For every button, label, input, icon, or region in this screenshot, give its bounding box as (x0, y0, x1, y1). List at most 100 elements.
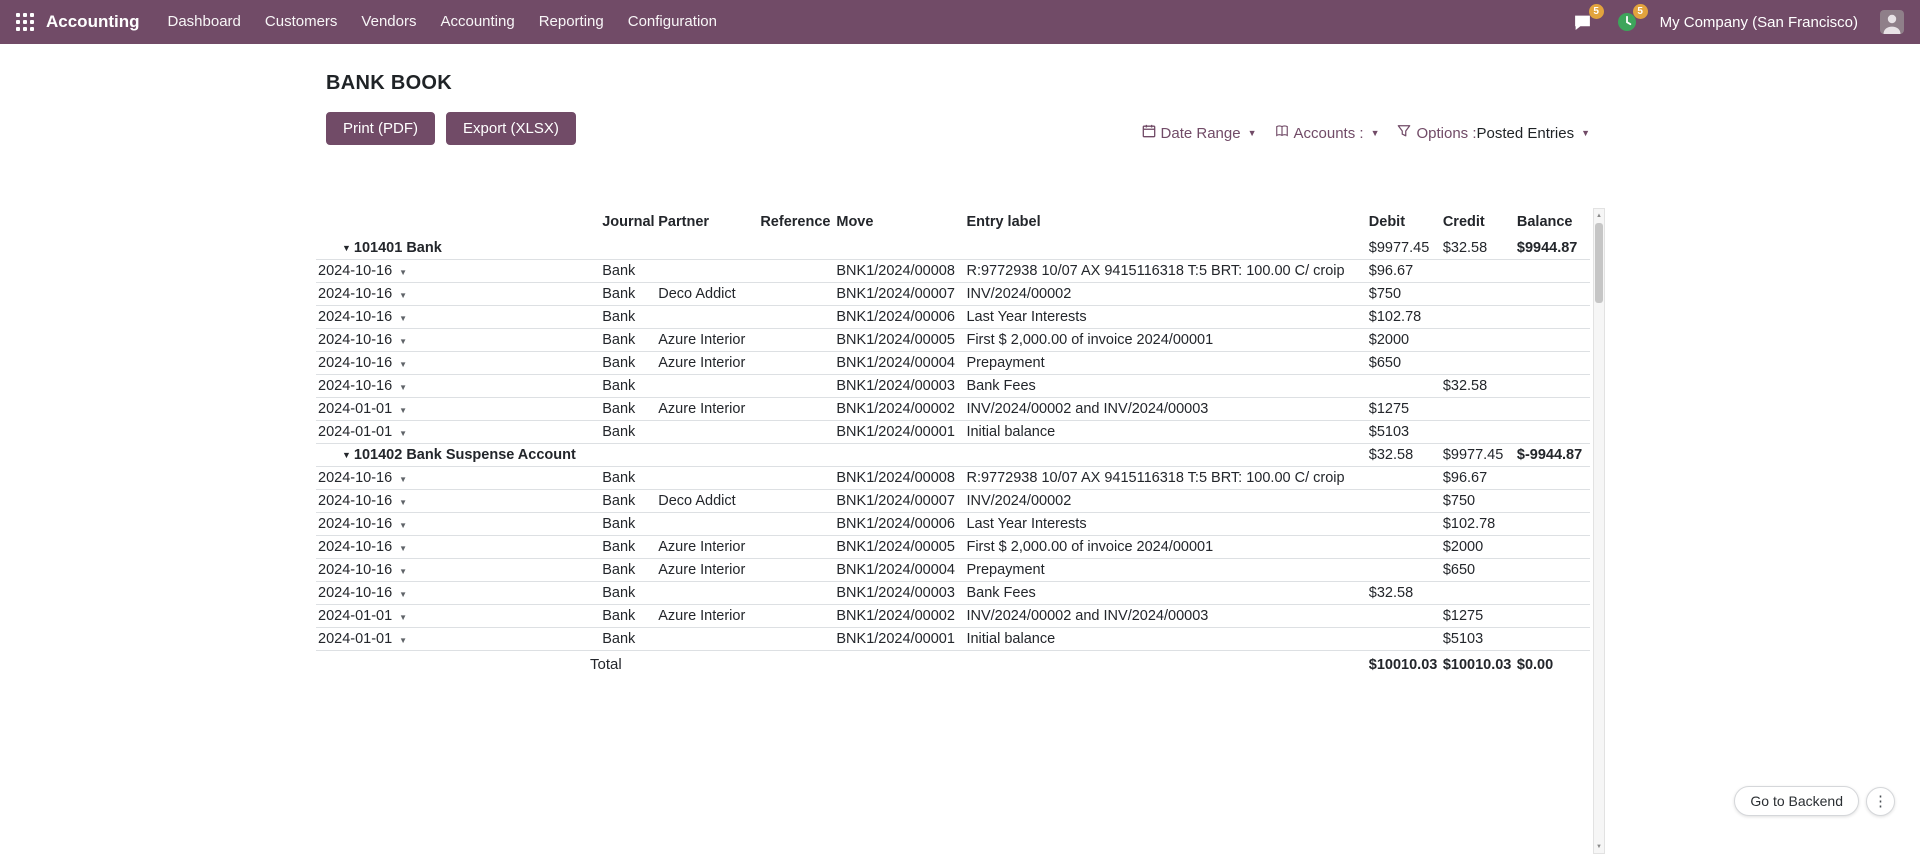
entry-date-cell[interactable]: 2024-01-01▼ (316, 605, 600, 628)
menu-item-dashboard[interactable]: Dashboard (156, 0, 253, 44)
entry-date-cell[interactable]: 2024-10-16▼ (316, 582, 600, 605)
options-filter[interactable]: Options :Posted Entries ▼ (1388, 117, 1599, 149)
date-dropdown-icon[interactable]: ▼ (399, 383, 407, 392)
date-dropdown-icon[interactable]: ▼ (399, 406, 407, 415)
entry-move: BNK1/2024/00002 (834, 605, 964, 628)
systray: 5 5 My Company (San Francisco) (1572, 10, 1904, 34)
entry-journal: Bank (600, 329, 656, 352)
menu-item-reporting[interactable]: Reporting (527, 0, 616, 44)
entry-debit: $1275 (1367, 398, 1441, 421)
entry-date-cell[interactable]: 2024-10-16▼ (316, 467, 600, 490)
entry-reference (758, 329, 834, 352)
entry-date-cell[interactable]: 2024-10-16▼ (316, 559, 600, 582)
account-group-name[interactable]: ▼101401 Bank (316, 237, 1367, 260)
date-dropdown-icon[interactable]: ▼ (399, 314, 407, 323)
entry-date-cell[interactable]: 2024-10-16▼ (316, 375, 600, 398)
export-xlsx-button[interactable]: Export (XLSX) (446, 112, 576, 145)
entry-date-cell[interactable]: 2024-10-16▼ (316, 513, 600, 536)
entry-date-cell[interactable]: 2024-10-16▼ (316, 260, 600, 283)
total-balance: $0.00 (1515, 651, 1590, 677)
date-dropdown-icon[interactable]: ▼ (399, 268, 407, 277)
entry-credit (1441, 306, 1515, 329)
entry-partner (656, 628, 758, 651)
entry-journal: Bank (600, 582, 656, 605)
date-dropdown-icon[interactable]: ▼ (399, 567, 407, 576)
entry-reference (758, 260, 834, 283)
date-dropdown-icon[interactable]: ▼ (399, 544, 407, 553)
print-pdf-button[interactable]: Print (PDF) (326, 112, 435, 145)
entry-move: BNK1/2024/00003 (834, 582, 964, 605)
entry-reference (758, 283, 834, 306)
date-dropdown-icon[interactable]: ▼ (399, 337, 407, 346)
menu-item-vendors[interactable]: Vendors (349, 0, 428, 44)
entry-date-cell[interactable]: 2024-01-01▼ (316, 398, 600, 421)
company-switcher[interactable]: My Company (San Francisco) (1660, 14, 1858, 31)
accounts-filter[interactable]: Accounts : ▼ (1266, 117, 1389, 149)
kebab-menu-button[interactable]: ⋮ (1866, 787, 1895, 816)
menu-item-customers[interactable]: Customers (253, 0, 350, 44)
apps-grid-icon[interactable] (10, 7, 40, 37)
entry-date-cell[interactable]: 2024-10-16▼ (316, 329, 600, 352)
entry-credit: $32.58 (1441, 375, 1515, 398)
entry-label: Bank Fees (964, 582, 1366, 605)
entry-debit (1367, 628, 1441, 651)
entry-label: INV/2024/00002 and INV/2024/00003 (964, 605, 1366, 628)
menu-item-configuration[interactable]: Configuration (616, 0, 729, 44)
group-balance: $-9944.87 (1515, 444, 1590, 467)
entry-debit (1367, 513, 1441, 536)
total-credit: $10010.03 (1441, 651, 1515, 677)
group-balance: $9944.87 (1515, 237, 1590, 260)
column-header-reference: Reference (758, 206, 834, 237)
entry-move: BNK1/2024/00006 (834, 513, 964, 536)
entry-date-cell[interactable]: 2024-10-16▼ (316, 536, 600, 559)
date-dropdown-icon[interactable]: ▼ (399, 291, 407, 300)
date-dropdown-icon[interactable]: ▼ (399, 360, 407, 369)
entry-journal: Bank (600, 375, 656, 398)
date-range-filter[interactable]: Date Range ▼ (1133, 117, 1266, 149)
top-navbar: Accounting DashboardCustomersVendorsAcco… (0, 0, 1920, 44)
entry-date-cell[interactable]: 2024-01-01▼ (316, 628, 600, 651)
entry-row: 2024-01-01▼BankBNK1/2024/00001Initial ba… (316, 628, 1590, 651)
entry-debit (1367, 559, 1441, 582)
app-name[interactable]: Accounting (46, 12, 140, 32)
total-label: Total (316, 651, 1367, 677)
entry-label: Prepayment (964, 352, 1366, 375)
entry-reference (758, 352, 834, 375)
vertical-scrollbar[interactable]: ▲ ▼ (1593, 208, 1605, 854)
date-dropdown-icon[interactable]: ▼ (399, 429, 407, 438)
date-dropdown-icon[interactable]: ▼ (399, 475, 407, 484)
entry-date-cell[interactable]: 2024-10-16▼ (316, 306, 600, 329)
date-dropdown-icon[interactable]: ▼ (399, 521, 407, 530)
entry-balance (1515, 536, 1590, 559)
date-dropdown-icon[interactable]: ▼ (399, 498, 407, 507)
entry-label: Prepayment (964, 559, 1366, 582)
entry-move: BNK1/2024/00002 (834, 398, 964, 421)
entry-date-cell[interactable]: 2024-10-16▼ (316, 490, 600, 513)
scroll-down-arrow[interactable]: ▼ (1594, 840, 1604, 853)
bank-book-table: JournalPartnerReferenceMoveEntry labelDe… (316, 206, 1590, 676)
entry-date-cell[interactable]: 2024-01-01▼ (316, 421, 600, 444)
date-dropdown-icon[interactable]: ▼ (399, 590, 407, 599)
entry-partner (656, 582, 758, 605)
entry-row: 2024-10-16▼BankAzure InteriorBNK1/2024/0… (316, 352, 1590, 375)
entry-row: 2024-10-16▼BankBNK1/2024/00003Bank Fees$… (316, 582, 1590, 605)
activities-icon[interactable]: 5 (1616, 11, 1638, 33)
entry-credit (1441, 352, 1515, 375)
entry-date-cell[interactable]: 2024-10-16▼ (316, 283, 600, 306)
entry-balance (1515, 605, 1590, 628)
scrollbar-thumb[interactable] (1595, 223, 1603, 303)
menu-item-accounting[interactable]: Accounting (428, 0, 526, 44)
entry-date-cell[interactable]: 2024-10-16▼ (316, 352, 600, 375)
account-group-name[interactable]: ▼101402 Bank Suspense Account (316, 444, 1367, 467)
user-avatar[interactable] (1880, 10, 1904, 34)
column-header-entry-label: Entry label (964, 206, 1366, 237)
date-dropdown-icon[interactable]: ▼ (399, 613, 407, 622)
entry-row: 2024-10-16▼BankBNK1/2024/00008R:9772938 … (316, 260, 1590, 283)
group-debit: $9977.45 (1367, 237, 1441, 260)
date-dropdown-icon[interactable]: ▼ (399, 636, 407, 645)
scroll-up-arrow[interactable]: ▲ (1594, 209, 1604, 222)
entry-journal: Bank (600, 283, 656, 306)
entry-partner (656, 375, 758, 398)
messages-icon[interactable]: 5 (1572, 11, 1594, 33)
go-to-backend-button[interactable]: Go to Backend (1734, 786, 1859, 816)
